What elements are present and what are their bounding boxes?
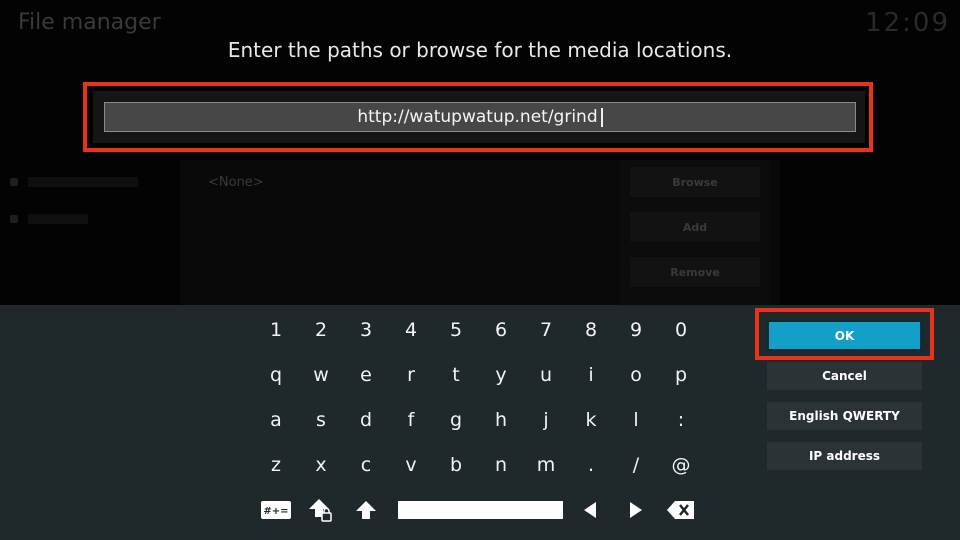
key-2[interactable]: 2 bbox=[301, 312, 341, 348]
key-t[interactable]: t bbox=[436, 357, 476, 393]
ip-address-button[interactable]: IP address bbox=[767, 442, 922, 470]
key-1[interactable]: 1 bbox=[256, 312, 296, 348]
arrow-left-icon[interactable] bbox=[570, 492, 610, 528]
key-:[interactable]: : bbox=[661, 402, 701, 438]
key-z[interactable]: z bbox=[256, 447, 296, 483]
key-c[interactable]: c bbox=[346, 447, 386, 483]
svg-text:#+=: #+= bbox=[263, 506, 288, 517]
key-b[interactable]: b bbox=[436, 447, 476, 483]
key-8[interactable]: 8 bbox=[571, 312, 611, 348]
key-d[interactable]: d bbox=[346, 402, 386, 438]
key-a[interactable]: a bbox=[256, 402, 296, 438]
symbols-key[interactable]: #+= bbox=[256, 492, 296, 528]
key-0[interactable]: 0 bbox=[661, 312, 701, 348]
backspace-icon[interactable] bbox=[661, 492, 701, 528]
key-n[interactable]: n bbox=[481, 447, 521, 483]
sidebar-item bbox=[10, 212, 160, 226]
key-y[interactable]: y bbox=[481, 357, 521, 393]
add-button-dimmed: Add bbox=[630, 212, 760, 242]
dialog-heading: Enter the paths or browse for the media … bbox=[227, 38, 733, 62]
key-7[interactable]: 7 bbox=[526, 312, 566, 348]
window-title: File manager bbox=[18, 10, 161, 35]
key-/[interactable]: / bbox=[616, 447, 656, 483]
key-e[interactable]: e bbox=[346, 357, 386, 393]
key-4[interactable]: 4 bbox=[391, 312, 431, 348]
key-l[interactable]: l bbox=[616, 402, 656, 438]
key-f[interactable]: f bbox=[391, 402, 431, 438]
key-h[interactable]: h bbox=[481, 402, 521, 438]
key-i[interactable]: i bbox=[571, 357, 611, 393]
sidebar-item bbox=[10, 175, 160, 189]
key-j[interactable]: j bbox=[526, 402, 566, 438]
key-r[interactable]: r bbox=[391, 357, 431, 393]
remove-button-dimmed: Remove bbox=[630, 257, 760, 287]
key-q[interactable]: q bbox=[256, 357, 296, 393]
key-x[interactable]: x bbox=[301, 447, 341, 483]
key-9[interactable]: 9 bbox=[616, 312, 656, 348]
cancel-button[interactable]: Cancel bbox=[767, 362, 922, 390]
key-u[interactable]: u bbox=[526, 357, 566, 393]
space-bar[interactable] bbox=[398, 501, 563, 519]
key-6[interactable]: 6 bbox=[481, 312, 521, 348]
browse-button-dimmed: Browse bbox=[630, 167, 760, 197]
key-v[interactable]: v bbox=[391, 447, 431, 483]
key-k[interactable]: k bbox=[571, 402, 611, 438]
key-.[interactable]: . bbox=[571, 447, 611, 483]
key-5[interactable]: 5 bbox=[436, 312, 476, 348]
input-highlight-box bbox=[83, 82, 873, 152]
key-@[interactable]: @ bbox=[661, 447, 701, 483]
key-p[interactable]: p bbox=[661, 357, 701, 393]
ok-highlight-box bbox=[755, 308, 934, 360]
key-o[interactable]: o bbox=[616, 357, 656, 393]
clock: 12:09 bbox=[865, 8, 950, 38]
key-g[interactable]: g bbox=[436, 402, 476, 438]
keyboard-layout-button[interactable]: English QWERTY bbox=[767, 402, 922, 430]
source-none-label: <None> bbox=[208, 175, 264, 190]
key-m[interactable]: m bbox=[526, 447, 566, 483]
key-3[interactable]: 3 bbox=[346, 312, 386, 348]
key-w[interactable]: w bbox=[301, 357, 341, 393]
shift-lock-icon[interactable] bbox=[301, 492, 341, 528]
arrow-right-icon[interactable] bbox=[616, 492, 656, 528]
shift-icon[interactable] bbox=[346, 492, 386, 528]
key-s[interactable]: s bbox=[301, 402, 341, 438]
